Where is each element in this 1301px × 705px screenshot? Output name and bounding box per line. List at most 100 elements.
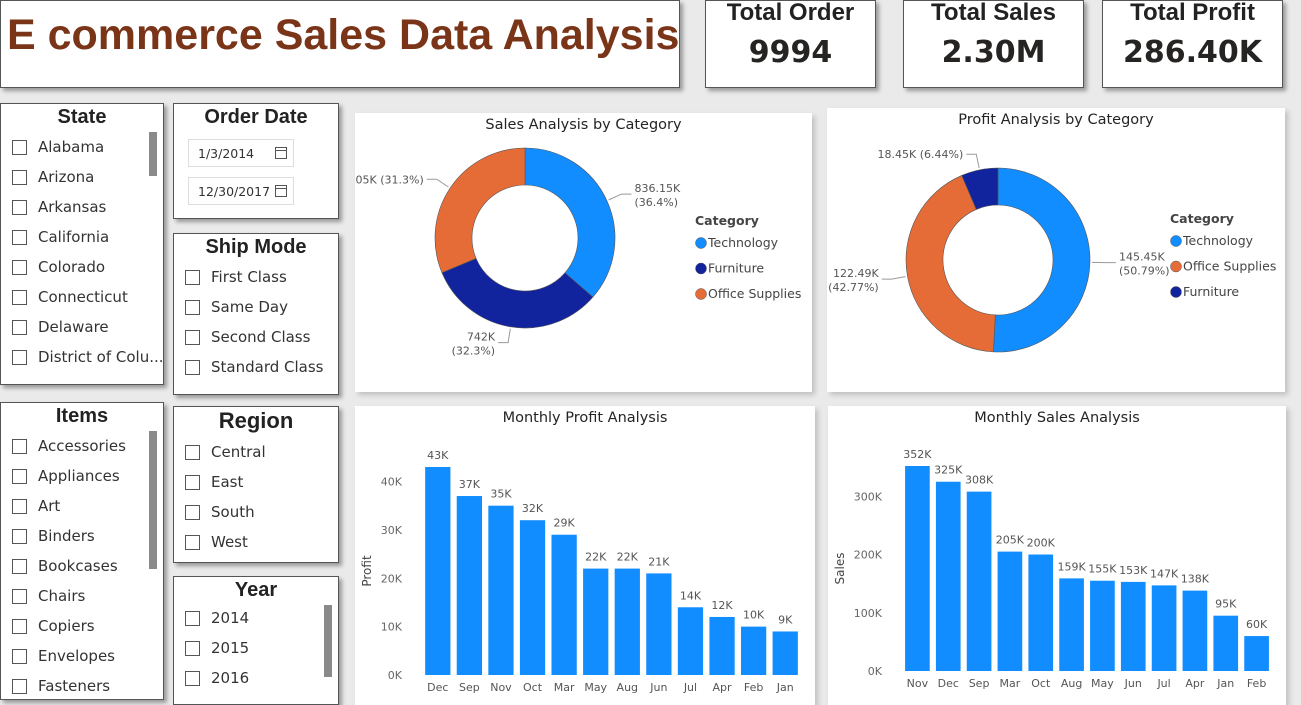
slicer-option[interactable]: 2014 (174, 603, 338, 633)
slicer-option[interactable]: Connecticut (1, 282, 163, 312)
checkbox[interactable] (185, 444, 200, 460)
slicer-option[interactable]: Accessories (1, 431, 163, 461)
slicer-option[interactable]: Copiers (1, 611, 163, 641)
legend-label[interactable]: Office Supplies (708, 286, 801, 301)
slicer-option[interactable]: Appliances (1, 461, 163, 491)
checkbox[interactable] (12, 319, 27, 335)
slicer-option[interactable]: District of Colu... (1, 342, 163, 372)
bar[interactable] (488, 505, 514, 675)
slicer-option[interactable]: East (174, 467, 338, 497)
legend-label[interactable]: Furniture (708, 261, 764, 276)
slicer-option[interactable]: Art (1, 491, 163, 521)
checkbox[interactable] (185, 610, 200, 626)
slicer-option[interactable]: Bookcases (1, 551, 163, 581)
checkbox[interactable] (12, 468, 27, 484)
legend-marker (1170, 286, 1182, 298)
slicer-option[interactable]: California (1, 222, 163, 252)
bar[interactable] (1028, 554, 1054, 671)
slicer-option[interactable]: Standard Class (174, 352, 338, 382)
bar[interactable] (551, 534, 577, 675)
checkbox[interactable] (185, 534, 200, 550)
bar[interactable] (456, 496, 483, 675)
checkbox[interactable] (12, 259, 27, 275)
checkbox[interactable] (12, 438, 27, 454)
slicer-option[interactable]: Arkansas (1, 192, 163, 222)
start-date-input[interactable]: 1/3/2014 (188, 139, 294, 167)
checkbox[interactable] (12, 229, 27, 245)
checkbox[interactable] (12, 349, 27, 365)
slicer-option[interactable]: South (174, 497, 338, 527)
scrollbar[interactable] (324, 605, 332, 677)
checkbox[interactable] (185, 269, 200, 285)
checkbox[interactable] (185, 329, 200, 345)
slicer-option[interactable]: Arizona (1, 162, 163, 192)
calendar-icon[interactable] (275, 185, 287, 197)
bar[interactable] (1244, 636, 1269, 671)
checkbox[interactable] (12, 199, 27, 215)
bar[interactable] (1090, 580, 1115, 671)
slicer-option[interactable]: Chairs (1, 581, 163, 611)
bar[interactable] (740, 626, 767, 675)
scrollbar[interactable] (149, 132, 157, 176)
slicer-option[interactable]: 2016 (174, 663, 338, 693)
donut-slice[interactable] (524, 147, 616, 298)
bar[interactable] (1151, 585, 1177, 671)
donut-slice[interactable] (434, 147, 526, 274)
slicer-option[interactable]: Same Day (174, 292, 338, 322)
bar[interactable] (966, 491, 992, 671)
slicer-option[interactable]: 2015 (174, 633, 338, 663)
slicer-option[interactable]: Central (174, 437, 338, 467)
checkbox[interactable] (12, 558, 27, 574)
checkbox[interactable] (185, 504, 200, 520)
slicer-option[interactable]: Second Class (174, 322, 338, 352)
slicer-option[interactable]: Envelopes (1, 641, 163, 671)
checkbox[interactable] (12, 289, 27, 305)
checkbox[interactable] (12, 528, 27, 544)
slicer-option[interactable]: Fasteners (1, 671, 163, 699)
legend-label[interactable]: Office Supplies (1183, 259, 1276, 274)
slicer-option[interactable]: West (174, 527, 338, 557)
checkbox[interactable] (12, 648, 27, 664)
bar[interactable] (1120, 581, 1146, 671)
checkbox[interactable] (12, 498, 27, 514)
checkbox[interactable] (12, 618, 27, 634)
legend-label[interactable]: Technology (1182, 233, 1254, 248)
checkbox[interactable] (185, 359, 200, 375)
scrollbar[interactable] (149, 431, 157, 569)
bar[interactable] (772, 631, 798, 675)
x-tick-label: Jul (683, 681, 697, 694)
slicer-option[interactable]: Binders (1, 521, 163, 551)
checkbox[interactable] (185, 640, 200, 656)
slicer-option[interactable]: Delaware (1, 312, 163, 342)
bar[interactable] (1182, 590, 1208, 671)
bar[interactable] (1059, 578, 1084, 671)
checkbox[interactable] (12, 678, 27, 694)
bar[interactable] (646, 573, 672, 675)
checkbox[interactable] (12, 588, 27, 604)
slicer-option[interactable]: Alabama (1, 132, 163, 162)
bar[interactable] (905, 466, 930, 671)
bar[interactable] (935, 481, 961, 671)
bar[interactable] (677, 607, 704, 675)
x-tick-label: Jun (1124, 677, 1142, 690)
slicer-option[interactable]: First Class (174, 262, 338, 292)
bar[interactable] (583, 568, 609, 675)
slicer-option[interactable]: Colorado (1, 252, 163, 282)
legend-title: Category (695, 213, 759, 228)
bar[interactable] (425, 467, 451, 675)
checkbox[interactable] (185, 299, 200, 315)
bar[interactable] (997, 551, 1023, 671)
checkbox[interactable] (185, 474, 200, 490)
checkbox[interactable] (12, 169, 27, 185)
checkbox[interactable] (12, 139, 27, 155)
bar[interactable] (614, 568, 640, 675)
bar[interactable] (1213, 615, 1239, 671)
legend-label[interactable]: Furniture (1183, 284, 1239, 299)
bar[interactable] (709, 616, 735, 675)
donut-slice[interactable] (993, 167, 1091, 353)
bar[interactable] (519, 520, 546, 675)
end-date-input[interactable]: 12/30/2017 (188, 177, 294, 205)
legend-label[interactable]: Technology (707, 235, 779, 250)
checkbox[interactable] (185, 670, 200, 686)
calendar-icon[interactable] (275, 147, 287, 159)
